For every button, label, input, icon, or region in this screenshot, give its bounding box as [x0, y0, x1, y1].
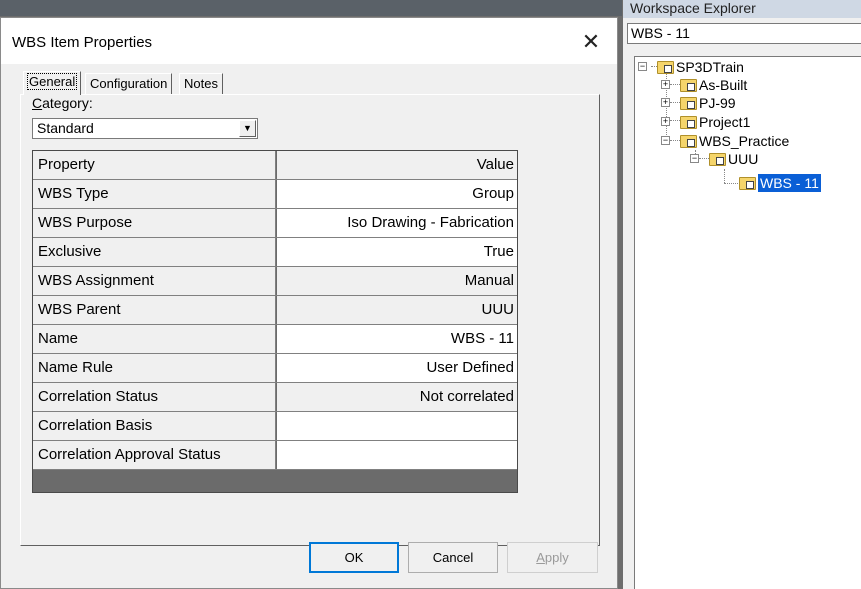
grid-header-property: Property: [33, 151, 276, 179]
grid-row-name-rule[interactable]: Name Rule User Defined: [33, 354, 517, 383]
property-name: Correlation Approval Status: [33, 441, 276, 469]
grid-header-value: Value: [277, 151, 517, 179]
property-value[interactable]: [277, 412, 517, 440]
grid-row-wbs-parent[interactable]: WBS Parent UUU: [33, 296, 517, 325]
folder-icon: [709, 153, 726, 166]
workspace-tree: − SP3DTrain + As-Built + PJ-99 + Project…: [634, 56, 861, 589]
grid-row-wbs-assignment[interactable]: WBS Assignment Manual: [33, 267, 517, 296]
explorer-filter-input[interactable]: WBS - 11: [627, 23, 861, 44]
property-value[interactable]: True: [277, 238, 517, 266]
tree-node-label: SP3DTrain: [676, 59, 744, 75]
property-value[interactable]: WBS - 11: [277, 325, 517, 353]
tab-configuration[interactable]: Configuration: [85, 73, 173, 95]
expand-icon[interactable]: +: [661, 117, 670, 126]
property-name: WBS Assignment: [33, 267, 276, 295]
grid-row-name[interactable]: Name WBS - 11: [33, 325, 517, 354]
folder-icon: [657, 61, 674, 74]
collapse-icon[interactable]: −: [638, 62, 647, 71]
grid-row-exclusive[interactable]: Exclusive True: [33, 238, 517, 267]
workspace-explorer: Workspace Explorer WBS - 11 − SP3DTrain …: [623, 0, 861, 589]
property-value: UUU: [277, 296, 517, 324]
close-button[interactable]: ✕: [577, 28, 605, 56]
folder-icon: [680, 97, 697, 110]
property-value[interactable]: User Defined: [277, 354, 517, 382]
grid-header-row: Property Value: [33, 151, 517, 180]
property-name: Exclusive: [33, 238, 276, 266]
tree-node-label: As-Built: [699, 77, 748, 93]
apply-button-rest: pply: [544, 550, 569, 565]
grid-row-correlation-status[interactable]: Correlation Status Not correlated: [33, 383, 517, 412]
property-grid: Property Value WBS Type Group WBS Purpos…: [32, 150, 518, 493]
category-label-rest: ategory:: [42, 95, 93, 111]
category-label: Category:: [32, 95, 93, 111]
property-name: Correlation Status: [33, 383, 276, 411]
property-name: WBS Purpose: [33, 209, 276, 237]
category-select-value: Standard: [37, 120, 94, 136]
property-value: Not correlated: [277, 383, 517, 411]
dialog-titlebar[interactable]: WBS Item Properties ✕: [1, 18, 617, 64]
property-value[interactable]: [277, 441, 517, 469]
tab-notes[interactable]: Notes: [179, 73, 223, 95]
expand-icon[interactable]: +: [661, 98, 670, 107]
tree-node-label: Project1: [699, 114, 751, 130]
background-strip: [0, 0, 622, 16]
apply-button-mnemonic: A: [536, 550, 545, 565]
dialog-title: WBS Item Properties: [12, 34, 153, 51]
grid-row-correlation-basis[interactable]: Correlation Basis: [33, 412, 517, 441]
chevron-down-icon[interactable]: ▼: [239, 120, 256, 137]
expand-icon[interactable]: +: [661, 80, 670, 89]
collapse-icon[interactable]: −: [661, 136, 670, 145]
grid-row-wbs-purpose[interactable]: WBS Purpose Iso Drawing - Fabrication: [33, 209, 517, 238]
property-name: Name Rule: [33, 354, 276, 382]
collapse-icon[interactable]: −: [690, 154, 699, 163]
tree-node-label: PJ-99: [699, 95, 736, 111]
folder-icon: [739, 177, 756, 190]
tree-node-label-selected: WBS - 11: [758, 174, 821, 192]
property-name: WBS Parent: [33, 296, 276, 324]
folder-icon: [680, 79, 697, 92]
tab-general[interactable]: General: [23, 71, 82, 95]
grid-row-wbs-type[interactable]: WBS Type Group: [33, 180, 517, 209]
apply-button[interactable]: Apply: [507, 542, 598, 573]
tab-configuration-label: Configuration: [90, 76, 168, 91]
tree-line: [724, 169, 725, 183]
folder-icon: [680, 135, 697, 148]
tree-node-label: WBS_Practice: [699, 133, 790, 149]
wbs-item-properties-dialog: WBS Item Properties ✕ General Configurat…: [0, 17, 618, 589]
tree-node-label: UUU: [728, 151, 759, 167]
property-value[interactable]: Group: [277, 180, 517, 208]
tree-line: [724, 183, 738, 184]
explorer-title: Workspace Explorer: [623, 0, 861, 18]
property-value[interactable]: Iso Drawing - Fabrication: [277, 209, 517, 237]
tab-notes-label: Notes: [184, 76, 218, 91]
property-value: Manual: [277, 267, 517, 295]
ok-button[interactable]: OK: [309, 542, 399, 573]
tab-general-label: General: [26, 73, 78, 90]
property-name: Correlation Basis: [33, 412, 276, 440]
cancel-button[interactable]: Cancel: [408, 542, 498, 573]
grid-row-correlation-approval-status[interactable]: Correlation Approval Status: [33, 441, 517, 470]
folder-icon: [680, 116, 697, 129]
category-select[interactable]: Standard ▼: [32, 118, 258, 139]
category-label-mnemonic: C: [32, 95, 43, 111]
property-name: Name: [33, 325, 276, 353]
property-name: WBS Type: [33, 180, 276, 208]
